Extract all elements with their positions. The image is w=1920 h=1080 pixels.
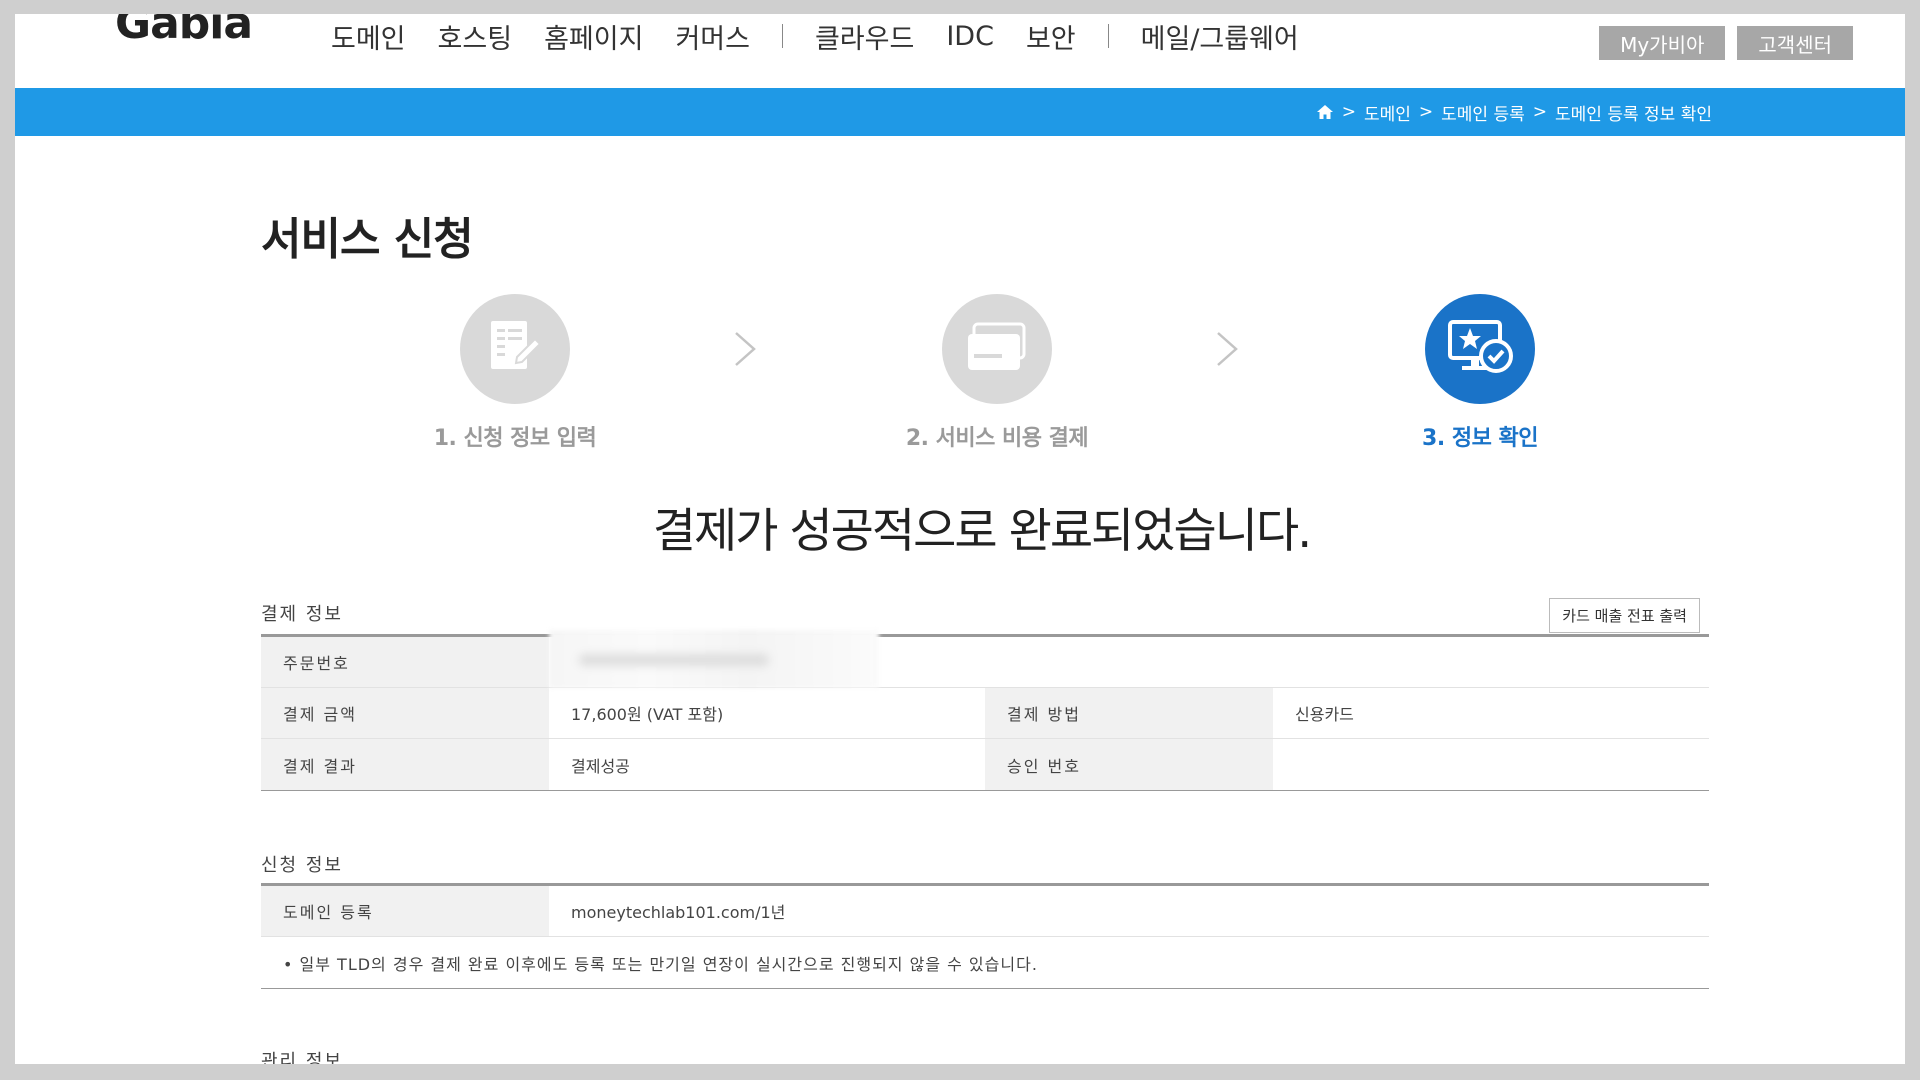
step-arrow-icon xyxy=(1217,332,1238,366)
success-message: 결제가 성공적으로 완료되었습니다. xyxy=(652,504,1312,559)
amount-value: 17,600원 (VAT 포함) xyxy=(571,705,724,724)
breadcrumb-separator: > xyxy=(1532,102,1548,122)
domain-register-label: 도메인 등록 xyxy=(261,886,549,936)
step-arrow-icon xyxy=(735,332,756,366)
table-row: 결제 결과 결제성공 승인 번호 xyxy=(261,739,1709,790)
method-value: 신용카드 xyxy=(1295,705,1354,724)
breadcrumb-item-domain[interactable]: 도메인 xyxy=(1364,100,1411,125)
home-icon[interactable] xyxy=(1316,104,1334,120)
tld-notice: • 일부 TLD의 경우 결제 완료 이후에도 등록 또는 만기일 연장이 실시… xyxy=(283,954,1038,974)
table-row: 결제 금액 17,600원 (VAT 포함) 결제 방법 신용카드 xyxy=(261,688,1709,739)
nav-domain[interactable]: 도메인 xyxy=(331,17,406,56)
breadcrumb: > 도메인 > 도메인 등록 > 도메인 등록 정보 확인 xyxy=(1316,88,1712,136)
order-number-value xyxy=(549,630,1709,688)
form-edit-icon xyxy=(483,317,547,381)
domain-register-value: moneytechlab101.com/1년 xyxy=(571,903,786,922)
breadcrumb-item-current: 도메인 등록 정보 확인 xyxy=(1555,104,1712,125)
application-info-title: 신청 정보 xyxy=(261,855,343,876)
nav-homepage[interactable]: 홈페이지 xyxy=(544,17,643,56)
page-title: 서비스 신청 xyxy=(261,214,474,265)
nav-cloud[interactable]: 클라우드 xyxy=(815,17,914,56)
order-number-label: 주문번호 xyxy=(261,637,549,687)
step-2-label: 2. 서비스 비용 결제 xyxy=(905,426,1089,451)
print-card-receipt-button[interactable]: 카드 매출 전표 출력 xyxy=(1549,598,1700,633)
amount-label: 결제 금액 xyxy=(261,688,549,738)
approval-label: 승인 번호 xyxy=(985,739,1273,790)
result-value: 결제성공 xyxy=(571,756,630,776)
breadcrumb-bar: > 도메인 > 도메인 등록 > 도메인 등록 정보 확인 xyxy=(15,88,1905,136)
breadcrumb-separator: > xyxy=(1418,102,1434,122)
credit-card-icon xyxy=(962,320,1032,378)
browser-viewport: Gabia 도메인 호스팅 홈페이지 커머스 클라우드 IDC 보안 메일/그룹… xyxy=(15,14,1905,1064)
step-1: 1. 신청 정보 입력 xyxy=(395,294,635,452)
step-3: 3. 정보 확인 xyxy=(1360,294,1600,452)
customer-center-button[interactable]: 고객센터 xyxy=(1737,26,1853,60)
table-row: 도메인 등록 moneytechlab101.com/1년 xyxy=(261,886,1709,937)
site-header: Gabia 도메인 호스팅 홈페이지 커머스 클라우드 IDC 보안 메일/그룹… xyxy=(15,14,1905,89)
payment-info-title: 결제 정보 xyxy=(261,604,343,625)
step-1-label: 1. 신청 정보 입력 xyxy=(433,426,597,451)
my-gabia-button[interactable]: My가비아 xyxy=(1599,26,1726,60)
result-label: 결제 결과 xyxy=(261,739,549,790)
nav-security[interactable]: 보안 xyxy=(1026,17,1076,56)
nav-idc[interactable]: IDC xyxy=(946,21,994,52)
step-2: 2. 서비스 비용 결제 xyxy=(877,294,1117,452)
nav-hosting[interactable]: 호스팅 xyxy=(438,17,513,56)
step-2-circle xyxy=(942,294,1052,404)
approval-value xyxy=(1273,739,1709,790)
step-1-circle xyxy=(460,294,570,404)
monitor-check-icon xyxy=(1444,316,1516,382)
method-label: 결제 방법 xyxy=(985,688,1273,738)
global-nav: 도메인 호스팅 홈페이지 커머스 클라우드 IDC 보안 메일/그룹웨어 xyxy=(331,17,1331,56)
table-row: 주문번호 xyxy=(261,630,1709,688)
breadcrumb-item-domain-register[interactable]: 도메인 등록 xyxy=(1441,100,1525,125)
utility-buttons: My가비아 고객센터 xyxy=(1599,26,1853,60)
application-info-table: 도메인 등록 moneytechlab101.com/1년 • 일부 TLD의 … xyxy=(261,883,1709,989)
redacted-block xyxy=(549,630,879,688)
nav-mail-groupware[interactable]: 메일/그룹웨어 xyxy=(1141,17,1299,56)
nav-divider xyxy=(781,24,783,48)
step-3-label: 3. 정보 확인 xyxy=(1422,426,1538,451)
payment-info-table: 주문번호 결제 금액 17,600원 (VAT 포함) 결제 방법 신용카드 결… xyxy=(261,630,1709,791)
nav-commerce[interactable]: 커머스 xyxy=(675,17,750,56)
management-info-title: 관리 정보 xyxy=(261,1051,343,1064)
nav-divider xyxy=(1107,24,1109,48)
step-3-circle xyxy=(1425,294,1535,404)
gabia-logo[interactable]: Gabia xyxy=(115,14,253,49)
breadcrumb-separator: > xyxy=(1341,102,1356,122)
